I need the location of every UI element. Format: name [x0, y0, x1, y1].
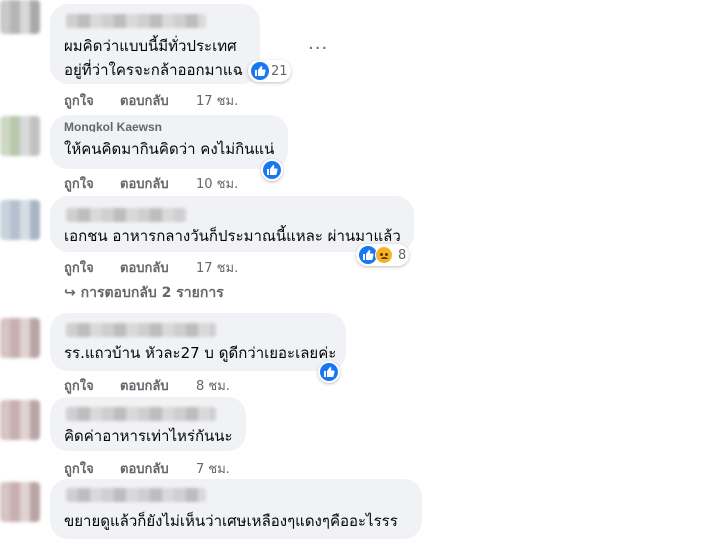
reply-button[interactable]: ตอบกลับ — [120, 458, 196, 479]
comment-actions: ถูกใจ ตอบกลับ 17 ชม. — [64, 90, 238, 111]
like-icon — [320, 363, 338, 381]
reaction-count: 8 — [398, 247, 407, 263]
reaction-summary[interactable]: 8 — [356, 244, 410, 266]
reply-button[interactable]: ตอบกลับ — [120, 90, 196, 111]
avatar[interactable] — [0, 0, 40, 34]
avatar[interactable] — [0, 482, 40, 522]
like-button[interactable]: ถูกใจ — [64, 375, 120, 396]
comment-text: ขยายดูแล้วก็ยังไม่เห็นว่าเศษเหลืองๆแดงๆค… — [64, 512, 398, 530]
reaction-count: 21 — [271, 63, 288, 79]
comment-actions: ถูกใจ ตอบกลับ 8 ชม. — [64, 375, 230, 396]
comment-bubble: Mongkol Kaewsn ให้คนคิดมากินคิดว่า คงไม่… — [50, 115, 288, 169]
comment-bubble: ขยายดูแล้วก็ยังไม่เห็นว่าเศษเหลืองๆแดงๆค… — [50, 479, 422, 539]
comment-actions: ถูกใจ ตอบกลับ 10 ชม. — [64, 173, 238, 194]
comment-actions: ถูกใจ ตอบกลับ 7 ชม. — [64, 458, 230, 479]
reaction-summary[interactable] — [261, 159, 283, 181]
commenter-name[interactable] — [66, 14, 206, 28]
timestamp[interactable]: 17 ชม. — [196, 90, 238, 111]
timestamp[interactable]: 7 ชม. — [196, 458, 230, 479]
like-button[interactable]: ถูกใจ — [64, 257, 120, 278]
commenter-name[interactable] — [66, 208, 186, 222]
like-icon — [263, 161, 281, 179]
view-replies-link[interactable]: ↪ การตอบกลับ 2 รายการ — [64, 282, 224, 304]
like-button[interactable]: ถูกใจ — [64, 458, 120, 479]
comment-text: รร.แถวบ้าน หัวละ27 บ ดูดีกว่าเยอะเลยค่ะ — [64, 344, 337, 362]
like-icon — [251, 62, 269, 80]
reply-button[interactable]: ตอบกลับ — [120, 257, 196, 278]
like-button[interactable]: ถูกใจ — [64, 90, 120, 111]
avatar[interactable] — [0, 116, 40, 156]
comment-bubble: คิดค่าอาหารเท่าไหร่กันนะ — [50, 397, 246, 451]
avatar[interactable] — [0, 318, 40, 358]
reply-button[interactable]: ตอบกลับ — [120, 173, 196, 194]
comment-text: ผมคิดว่าแบบนี้มีทั่วประเทศ — [64, 37, 237, 55]
commenter-name[interactable] — [66, 407, 216, 421]
more-options-icon[interactable]: ··· — [308, 38, 328, 59]
comment-text: เอกชน อาหารกลางวันก็ประมาณนี้แหละ ผ่านมา… — [64, 227, 401, 245]
commenter-name[interactable]: Mongkol Kaewsn — [64, 120, 162, 132]
avatar[interactable] — [0, 200, 40, 240]
commenter-name[interactable] — [66, 323, 216, 337]
comment-bubble: เอกชน อาหารกลางวันก็ประมาณนี้แหละ ผ่านมา… — [50, 196, 414, 252]
timestamp[interactable]: 17 ชม. — [196, 257, 238, 278]
sad-icon — [375, 246, 393, 264]
reaction-summary[interactable]: 21 — [248, 60, 291, 82]
comment-bubble: รร.แถวบ้าน หัวละ27 บ ดูดีกว่าเยอะเลยค่ะ — [50, 313, 346, 371]
comment-actions: ถูกใจ ตอบกลับ 17 ชม. — [64, 257, 238, 278]
like-button[interactable]: ถูกใจ — [64, 173, 120, 194]
comment-bubble: ผมคิดว่าแบบนี้มีทั่วประเทศ อยู่ที่ว่าใคร… — [50, 4, 260, 84]
reaction-summary[interactable] — [318, 361, 340, 383]
comment-text: อยู่ที่ว่าใครจะกล้าออกมาแฉ — [64, 61, 243, 79]
commenter-name[interactable] — [66, 488, 206, 502]
timestamp[interactable]: 8 ชม. — [196, 375, 230, 396]
timestamp[interactable]: 10 ชม. — [196, 173, 238, 194]
comment-text: ให้คนคิดมากินคิดว่า คงไม่กินแน่ — [64, 140, 275, 158]
comment-text: คิดค่าอาหารเท่าไหร่กันนะ — [64, 427, 233, 445]
avatar[interactable] — [0, 400, 40, 440]
reply-button[interactable]: ตอบกลับ — [120, 375, 196, 396]
